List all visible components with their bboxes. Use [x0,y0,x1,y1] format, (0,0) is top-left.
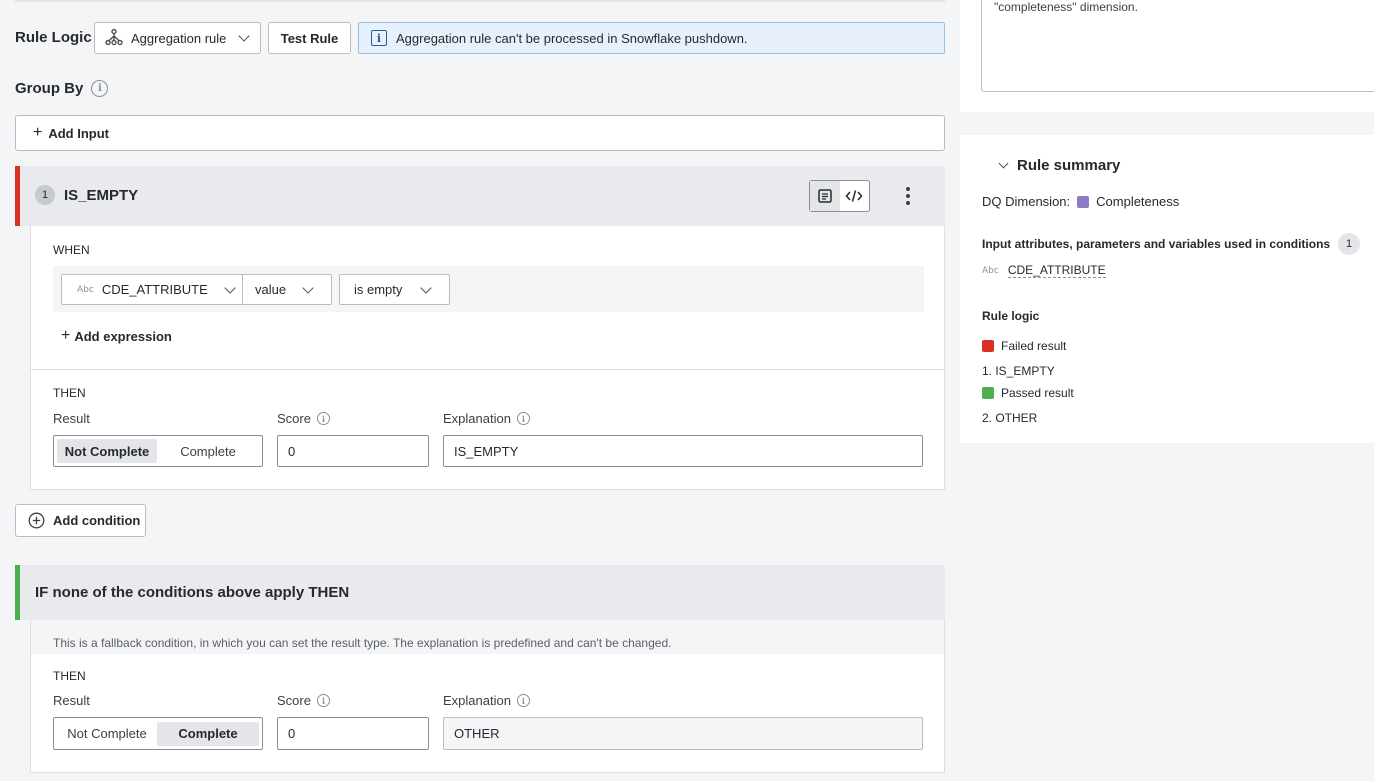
description-textarea[interactable]: "completeness" dimension. [981,0,1374,92]
form-icon [818,189,832,203]
result-option-not-complete[interactable]: Not Complete [57,439,158,463]
score-input[interactable]: 0 [277,435,429,467]
info-icon[interactable]: i [91,80,109,97]
more-options-icon[interactable] [899,186,917,206]
explanation-label: Explanation i [443,411,530,426]
result-option-not-complete[interactable]: Not Complete [57,722,157,746]
property-value: value [255,282,287,297]
fallback-body: This is a fallback condition, in which y… [30,620,945,773]
dq-dimension-value: Completeness [1096,194,1180,209]
notice-text: Aggregation rule can't be processed in S… [396,30,748,46]
form-view-button[interactable] [810,181,840,211]
rule-type-value: Aggregation rule [131,30,227,46]
add-circle-icon [28,512,45,529]
failed-item: 1. IS_EMPTY [982,364,1055,378]
attribute-value: CDE_ATTRIBUTE [101,282,208,297]
attribute-dropdown[interactable]: Abc CDE_ATTRIBUTE [61,274,243,305]
when-label: WHEN [53,243,90,257]
explanation-input[interactable]: IS_EMPTY [443,435,923,467]
property-dropdown[interactable]: value [242,274,332,305]
divider [31,369,944,370]
then-label: THEN [53,386,86,400]
result-toggle: Not Complete Complete [53,435,263,467]
chevron-down-icon [302,281,314,294]
result-option-complete[interactable]: Complete [157,721,259,746]
condition-name: IS_EMPTY [64,187,139,204]
rule-logic-label: Rule Logic [15,29,92,46]
operator-dropdown[interactable]: is empty [339,274,450,305]
result-label: Result [53,693,90,708]
expression-row: Abc CDE_ATTRIBUTE value is empty [53,266,924,312]
passed-item: 2. OTHER [982,411,1038,425]
condition-number: 1 [35,185,55,205]
inputs-label: Input attributes, parameters and variabl… [982,237,1331,251]
score-label: Score i [277,411,330,426]
aggregation-icon [105,28,123,49]
chevron-down-icon [998,158,1009,169]
chevron-down-icon [420,281,433,294]
group-by-heading: Group By i [15,80,109,97]
add-input-label: Add Input [48,125,109,141]
input-attribute-row: Abc CDE_ATTRIBUTE [982,263,1106,278]
chevron-down-icon [238,30,251,42]
add-input-button[interactable]: + Add Input [15,115,945,151]
text-type-icon: Abc [982,265,999,276]
test-rule-button[interactable]: Test Rule [268,22,351,54]
result-toggle: Not Complete Complete [53,717,263,750]
inputs-heading: Input attributes, parameters and variabl… [982,233,1361,255]
rule-summary-title: Rule summary [1017,157,1121,174]
info-icon[interactable]: i [316,412,330,425]
fallback-description: This is a fallback condition, in which y… [53,636,672,650]
add-condition-button[interactable]: Add condition [15,504,146,537]
passed-result-row: Passed result [982,386,1074,400]
rule-summary-header[interactable]: Rule summary [998,157,1121,174]
description-text: "completeness" dimension. [994,0,1138,14]
condition-accent [15,166,20,226]
add-condition-label: Add condition [53,513,141,528]
operator-value: is empty [354,282,403,297]
passed-color-swatch [982,387,994,399]
dq-dimension-label: DQ Dimension: [982,194,1071,209]
group-by-label: Group By [15,80,84,97]
info-icon[interactable]: i [516,412,530,425]
fallback-accent [15,565,20,620]
fallback-title: IF none of the conditions above apply TH… [35,584,350,601]
chevron-down-icon [224,281,236,294]
plus-icon: + [61,327,71,344]
text-type-icon: Abc [77,284,94,295]
passed-result-label: Passed result [1001,386,1074,400]
rule-summary-card: Rule summary DQ Dimension: Completeness … [960,135,1374,443]
result-label: Result [53,411,90,426]
condition-body: WHEN Abc CDE_ATTRIBUTE value is empty + … [30,226,945,490]
inputs-count-badge: 1 [1338,233,1361,255]
top-card-edge [15,0,945,1]
explanation-label: Explanation i [443,693,530,708]
failed-result-row: Failed result [982,339,1066,353]
rule-logic-summary-label: Rule logic [982,309,1040,323]
dimension-color-swatch [1077,195,1090,208]
rule-type-dropdown[interactable]: Aggregation rule [94,22,261,54]
add-expression-label: Add expression [74,328,172,344]
info-icon[interactable]: i [316,694,330,707]
code-view-button[interactable] [840,181,870,211]
dq-dimension-row: DQ Dimension: Completeness [982,194,1179,209]
view-mode-toggle [809,180,870,212]
plus-icon: + [33,124,43,141]
score-input[interactable]: 0 [277,717,429,750]
add-expression-button[interactable]: + Add expression [61,327,172,345]
condition-header: 1 IS_EMPTY [15,166,945,226]
then-label: THEN [53,669,86,683]
pushdown-notice: i Aggregation rule can't be processed in… [358,22,945,54]
fallback-header: IF none of the conditions above apply TH… [15,565,945,620]
failed-color-swatch [982,340,994,352]
failed-result-label: Failed result [1001,339,1067,353]
code-icon [845,190,863,202]
explanation-input-readonly: OTHER [443,717,923,750]
result-option-complete[interactable]: Complete [157,439,259,463]
input-attribute-name[interactable]: CDE_ATTRIBUTE [1007,263,1106,278]
score-label: Score i [277,693,330,708]
info-icon[interactable]: i [516,694,530,707]
description-card: "completeness" dimension. [960,0,1374,112]
info-icon: i [371,30,387,46]
